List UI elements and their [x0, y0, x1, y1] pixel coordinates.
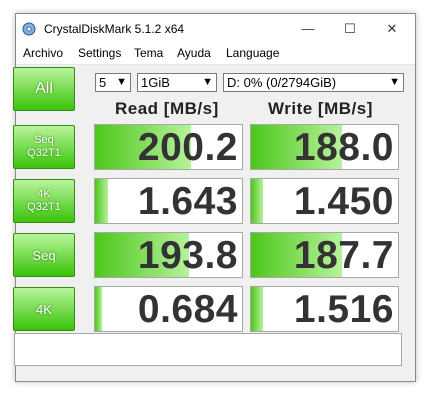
write-header: Write [MB/s] [268, 99, 373, 118]
row-label-line2: Q32T1 [27, 147, 61, 159]
title-bar[interactable]: CrystalDiskMark 5.1.2 x64 — ☐ ✕ [16, 14, 415, 44]
write-bar [251, 179, 263, 223]
menu-language[interactable]: Language [226, 46, 279, 60]
read-value: 193.8 [137, 234, 238, 277]
read-result-4k: 0.684 [94, 286, 243, 332]
row-label-line2: Q32T1 [27, 201, 61, 213]
menu-tema[interactable]: Tema [134, 46, 163, 60]
menu-ayuda[interactable]: Ayuda [177, 46, 211, 60]
row-label-line1: Seq [34, 134, 54, 146]
test-size-select[interactable]: 1GiB ▼ [137, 73, 217, 92]
read-header: Read [MB/s] [115, 99, 219, 118]
read-value: 200.2 [137, 126, 238, 169]
4k-q32t1-button[interactable]: 4K Q32T1 [13, 179, 75, 223]
write-result-4k-q32t1: 1.450 [250, 178, 399, 224]
chevron-down-icon: ▼ [389, 76, 400, 88]
window-title: CrystalDiskMark 5.1.2 x64 [44, 22, 185, 36]
test-size-value: 1GiB [141, 75, 170, 90]
row-label-line1: Seq [32, 247, 56, 263]
write-result-seq-q32t1: 188.0 [250, 124, 399, 170]
chevron-down-icon: ▼ [116, 76, 127, 88]
comment-field[interactable] [14, 333, 402, 366]
test-count-select[interactable]: 5 ▼ [95, 73, 131, 92]
minimize-button[interactable]: — [287, 14, 329, 44]
write-value: 188.0 [293, 126, 394, 169]
row-label-line1: 4K [36, 301, 52, 317]
read-bar [95, 287, 103, 331]
write-value: 187.7 [293, 234, 394, 277]
seq-button[interactable]: Seq [13, 233, 75, 277]
row-label-line1: 4K [37, 188, 51, 200]
write-result-4k: 1.516 [250, 286, 399, 332]
chevron-down-icon: ▼ [202, 76, 213, 88]
drive-select[interactable]: D: 0% (0/2794GiB) ▼ [223, 73, 404, 92]
write-value: 1.450 [293, 180, 394, 223]
menu-archivo[interactable]: Archivo [23, 46, 63, 60]
test-count-value: 5 [99, 75, 107, 90]
read-bar [95, 179, 109, 223]
read-result-seq: 193.8 [94, 232, 243, 278]
write-result-seq: 187.7 [250, 232, 399, 278]
seq-q32t1-button[interactable]: Seq Q32T1 [13, 125, 75, 169]
4k-button[interactable]: 4K [13, 287, 75, 331]
read-result-seq-q32t1: 200.2 [94, 124, 243, 170]
maximize-button[interactable]: ☐ [329, 14, 371, 44]
read-value: 0.684 [137, 288, 238, 331]
read-result-4k-q32t1: 1.643 [94, 178, 243, 224]
read-value: 1.643 [137, 180, 238, 223]
menu-bar: Archivo Settings Tema Ayuda Language [16, 44, 415, 65]
menu-settings[interactable]: Settings [78, 46, 121, 60]
write-bar [251, 287, 263, 331]
close-button[interactable]: ✕ [371, 14, 413, 44]
drive-value: D: 0% (0/2794GiB) [227, 75, 337, 90]
all-button[interactable]: All [13, 67, 75, 111]
write-value: 1.516 [293, 288, 394, 331]
disk-icon [22, 22, 36, 36]
